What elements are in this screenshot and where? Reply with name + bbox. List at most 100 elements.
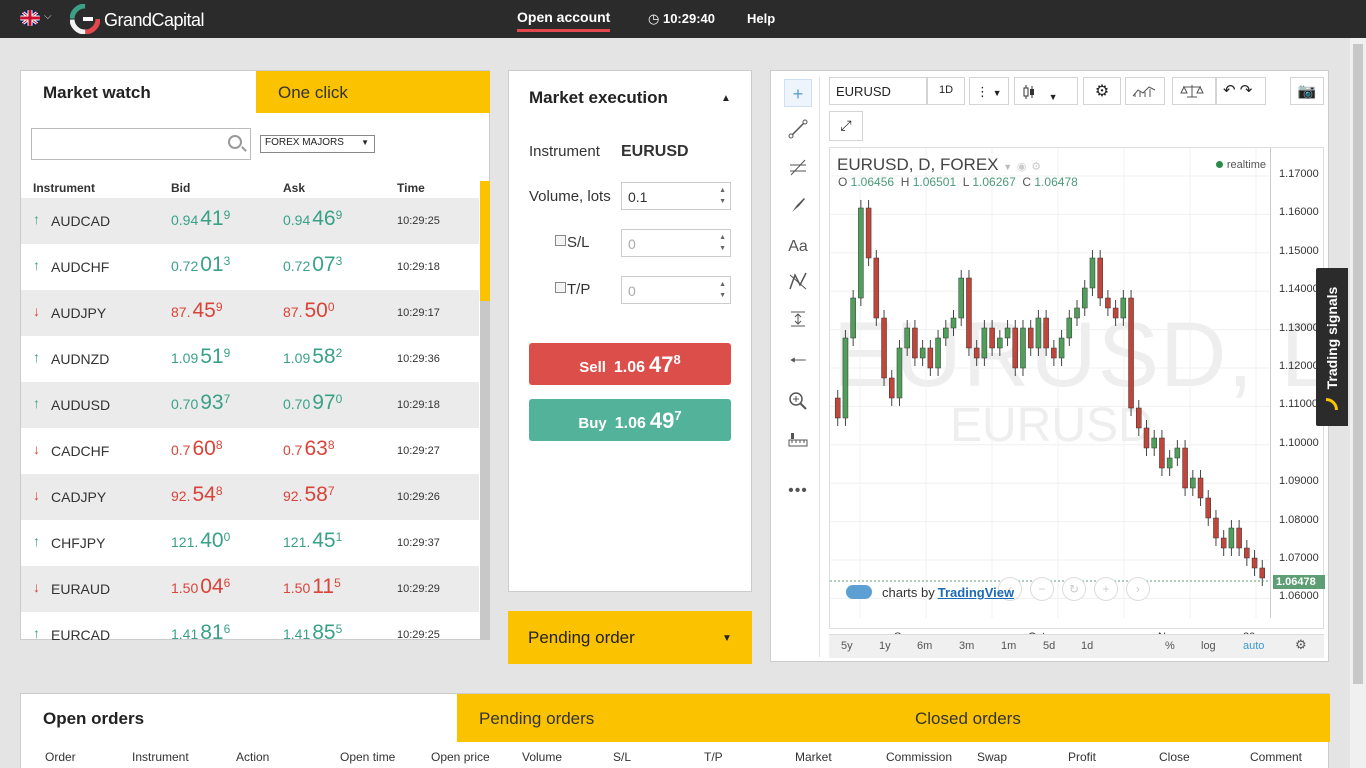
open-account-link[interactable]: Open account [517,9,611,32]
log-toggle[interactable]: log [1201,640,1216,652]
undo-icon[interactable]: ↶ [1223,82,1236,99]
scroll-right-icon[interactable]: › [1126,577,1150,601]
list-item[interactable]: ↑ AUDUSD 0.70937 0.70970 10:29:18 [21,382,479,428]
indicators-icon[interactable] [1125,77,1165,105]
search-icon[interactable] [228,135,242,149]
range-1d[interactable]: 1d [1081,640,1093,652]
list-item[interactable]: ↓ EURAUD 1.50046 1.50115 10:29:29 [21,566,479,612]
tab-open-orders[interactable]: Open orders [21,694,457,742]
trading-signals-tab[interactable]: Trading signals [1316,268,1348,426]
tab-pending-orders[interactable]: Pending orders [457,694,893,742]
auto-toggle[interactable]: auto [1243,640,1264,652]
candle [981,327,988,359]
market-watch-scrollbar[interactable] [480,181,490,640]
logo-icon[interactable] [69,3,101,35]
volume-spinner-icon[interactable]: ▲ ▼ [719,185,726,207]
compare-scales-icon[interactable] [1172,77,1216,105]
instrument-group-select[interactable]: FOREX MAJORS ▼ [260,135,375,153]
zoom-in-icon[interactable] [784,391,812,419]
candlestick-series[interactable] [830,148,1270,618]
range-3m[interactable]: 3m [959,640,974,652]
sl-spinner-icon[interactable]: ▲ ▼ [719,232,726,254]
list-item[interactable]: ↑ AUDNZD 1.09519 1.09582 10:29:36 [21,336,479,382]
range-5d[interactable]: 5d [1043,640,1055,652]
page-scrollbar-thumb[interactable] [1353,44,1363,684]
range-6m[interactable]: 6m [917,640,932,652]
list-item[interactable]: ↓ CADCHF 0.7608 0.7638 10:29:27 [21,428,479,474]
pending-order-toggle[interactable]: Pending order ▼ [508,611,752,664]
sell-button[interactable]: Sell 1.06 478 [529,343,731,385]
price-fraction: 3 [335,254,343,268]
price-pips: 07 [312,253,336,276]
undo-redo-buttons[interactable]: ↶ ↷ [1216,77,1266,105]
range-1y[interactable]: 1y [879,640,891,652]
tp-field[interactable]: 0 ▲ ▼ [621,276,731,304]
redo-icon[interactable]: ↷ [1240,82,1253,99]
logo-text[interactable]: GrandCapital [104,10,205,31]
col-profit: Profit [1068,750,1097,764]
chevron-down-icon[interactable]: ⌵ [44,11,52,22]
list-item[interactable]: ↓ CADJPY 92.548 92.587 10:29:26 [21,474,479,520]
ruler-icon[interactable] [784,429,812,457]
interval-button[interactable]: 1D [927,77,965,105]
tp-checkbox[interactable] [555,282,566,293]
eye-icon[interactable]: ◉ [1017,161,1027,173]
range-1m[interactable]: 1m [1001,640,1016,652]
uk-flag-icon[interactable] [20,10,40,26]
tradingview-link[interactable]: TradingView [938,585,1014,600]
pattern-icon[interactable] [784,271,812,299]
price-chart[interactable]: EURUSD, D EURUSD EURUSD, D, FOREX ▼ ◉ ⚙ … [829,147,1347,629]
fullscreen-icon[interactable]: ⤢ [829,111,863,141]
list-item[interactable]: ↑ AUDCHF 0.72013 0.72073 10:29:18 [21,244,479,290]
interval-menu-button[interactable]: ⋮ ▼ [969,77,1009,105]
settings-gear-icon[interactable]: ⚙ [1083,77,1121,105]
symbol-value: EURUSD [836,84,891,99]
candle [873,257,880,319]
candle [896,347,903,399]
execution-title[interactable]: Market execution [529,88,668,108]
sl-checkbox[interactable] [555,235,566,246]
tab-closed-orders[interactable]: Closed orders [893,694,1330,742]
brush-icon[interactable] [784,195,812,223]
chart-settings-icon[interactable]: ⚙ [1295,637,1307,653]
list-item[interactable]: ↓ AUDJPY 87.459 87.500 10:29:17 [21,290,479,336]
tp-spinner-icon[interactable]: ▲ ▼ [719,279,726,301]
percent-toggle[interactable]: % [1165,640,1175,652]
tab-market-watch[interactable]: Market watch [21,71,256,113]
market-watch-scrollbar-thumb[interactable] [480,181,490,301]
reset-icon[interactable]: ↻ [1062,577,1086,601]
crosshair-icon[interactable]: + [784,79,812,107]
chart-style-button[interactable]: ▼ [1014,77,1078,105]
page-scrollbar[interactable] [1350,38,1366,768]
camera-icon[interactable]: 📷 [1290,77,1324,105]
range-5y[interactable]: 5y [841,640,853,652]
zoom-out-icon[interactable]: − [1030,577,1054,601]
price-pips: 63 [304,437,328,460]
measure-icon[interactable] [784,309,812,337]
sl-checkbox-row[interactable]: S/L [555,234,590,251]
fibonacci-icon[interactable] [784,157,812,185]
bid-price: 0.7608 [171,437,223,461]
sl-field[interactable]: 0 ▲ ▼ [621,229,731,257]
collapse-triangle-icon[interactable]: ▲ [721,93,731,104]
price-big: 1.41 [171,626,199,640]
zoom-in-small-icon[interactable]: + [1094,577,1118,601]
symbol-input[interactable]: EURUSD [829,77,927,105]
list-item[interactable]: ↑ CHFJPY 121.400 121.451 10:29:37 [21,520,479,566]
back-arrow-icon[interactable]: 🠐 [784,347,812,375]
list-item[interactable]: ↑ EURCAD 1.41816 1.41855 10:29:25 [21,612,479,640]
more-tools-icon[interactable]: ••• [784,477,812,505]
tp-checkbox-row[interactable]: T/P [555,281,590,298]
instrument-search-input[interactable] [31,128,251,160]
text-tool-icon[interactable]: Aa [784,233,812,261]
trendline-icon[interactable] [784,119,812,147]
tab-one-click[interactable]: One click [256,71,490,113]
volume-field[interactable]: 0.1 ▲ ▼ [621,182,731,210]
help-link[interactable]: Help [747,11,775,26]
col-market: Market [795,750,832,764]
chart-legend-title[interactable]: EURUSD, D, FOREX ▼ ◉ ⚙ [837,155,1041,175]
realtime-label: realtime [1226,159,1266,171]
settings-small-icon[interactable]: ⚙ [1031,161,1041,173]
buy-button[interactable]: Buy 1.06 497 [529,399,731,441]
list-item[interactable]: ↑ AUDCAD 0.94419 0.94469 10:29:25 [21,198,479,244]
